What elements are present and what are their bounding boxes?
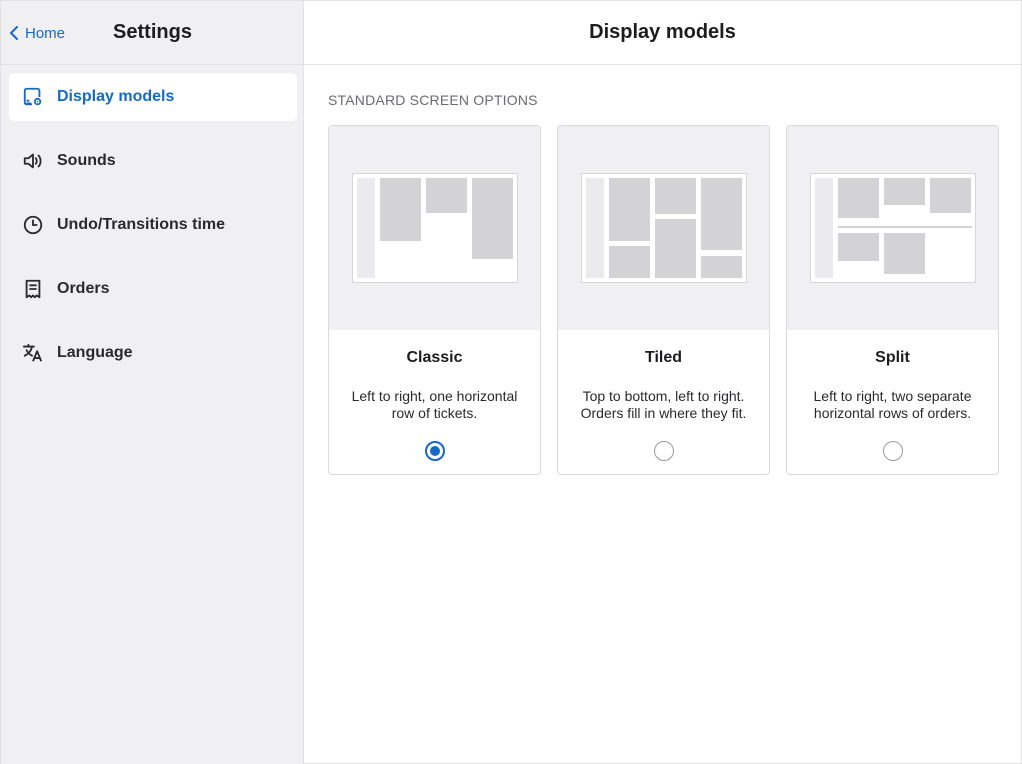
translate-icon	[21, 341, 45, 365]
sidebar-item-language[interactable]: Language	[9, 329, 297, 377]
preview-ticket	[701, 178, 742, 250]
preview-ticket	[609, 246, 650, 278]
split-layout-illustration	[810, 173, 976, 283]
split-radio[interactable]	[882, 441, 903, 461]
preview-ticket	[838, 233, 879, 261]
main-panel: Display models STANDARD SCREEN OPTIONS C…	[304, 0, 1022, 764]
sidebar-item-display-models[interactable]: Display models	[9, 73, 297, 121]
option-card-classic[interactable]: Classic Left to right, one horizontal ro…	[328, 125, 541, 475]
split-preview	[787, 126, 998, 330]
classic-radio[interactable]	[424, 441, 445, 461]
preview-ticket	[884, 233, 925, 274]
option-card-tiled[interactable]: Tiled Top to bottom, left to right. Orde…	[557, 125, 770, 475]
section-label: STANDARD SCREEN OPTIONS	[328, 92, 538, 108]
option-description: Top to bottom, left to right. Orders fil…	[580, 388, 747, 421]
preview-ticket	[380, 178, 421, 241]
preview-ticket	[701, 256, 742, 278]
option-title: Classic	[406, 349, 463, 366]
sidebar-item-sounds[interactable]: Sounds	[9, 137, 297, 185]
preview-ticket	[655, 178, 696, 214]
sidebar-item-label: Orders	[57, 280, 110, 297]
option-card-split[interactable]: Split Left to right, two separate horizo…	[786, 125, 999, 475]
tiled-preview	[558, 126, 769, 330]
option-title: Tiled	[644, 349, 683, 366]
receipt-icon	[21, 277, 45, 301]
option-description: Left to right, two separate horizontal r…	[813, 388, 972, 421]
preview-divider	[838, 226, 972, 228]
preview-ticket	[884, 178, 925, 205]
preview-ticket	[838, 178, 879, 218]
sidebar: Home Settings Display models Sounds Undo…	[0, 0, 304, 764]
option-description: Left to right, one horizontal row of tic…	[351, 388, 518, 421]
settings-nav: Display models Sounds Undo/Transitions t…	[9, 73, 297, 393]
preview-ticket	[472, 178, 513, 259]
tiled-radio[interactable]	[653, 441, 674, 461]
sidebar-item-undo-transitions[interactable]: Undo/Transitions time	[9, 201, 297, 249]
classic-preview	[329, 126, 540, 330]
sidebar-item-label: Display models	[57, 88, 175, 105]
preview-rail	[815, 178, 833, 278]
display-settings-icon	[21, 85, 45, 109]
sidebar-title: Settings	[113, 21, 192, 43]
sidebar-item-label: Sounds	[57, 152, 116, 169]
clock-icon	[21, 213, 45, 237]
main-header: Display models	[304, 1, 1021, 65]
preview-ticket	[609, 178, 650, 241]
preview-ticket	[930, 178, 971, 213]
classic-layout-illustration	[352, 173, 518, 283]
sidebar-header: Home Settings	[1, 1, 304, 65]
preview-ticket	[426, 178, 467, 213]
preview-rail	[357, 178, 375, 278]
preview-ticket	[655, 219, 696, 278]
sidebar-item-label: Language	[57, 344, 133, 361]
tiled-layout-illustration	[581, 173, 747, 283]
page-title: Display models	[589, 21, 736, 43]
sidebar-item-orders[interactable]: Orders	[9, 265, 297, 313]
option-title: Split	[875, 349, 910, 366]
sidebar-item-label: Undo/Transitions time	[57, 216, 226, 233]
display-model-options: Classic Left to right, one horizontal ro…	[328, 125, 1000, 475]
preview-rail	[586, 178, 604, 278]
speaker-icon	[21, 149, 45, 173]
